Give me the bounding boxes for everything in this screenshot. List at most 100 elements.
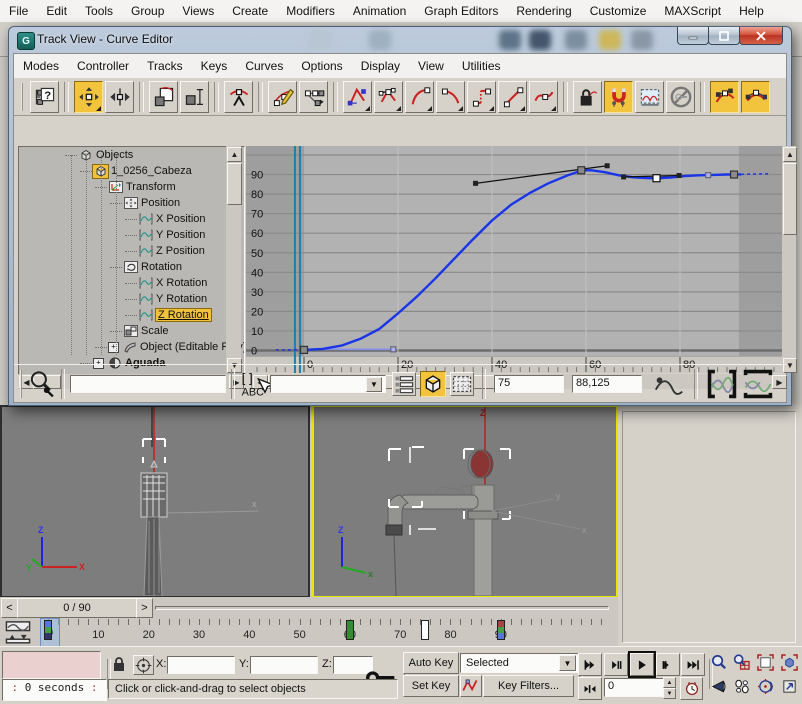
tv-menu-keys[interactable]: Keys	[192, 56, 237, 76]
tangents-slow-button[interactable]	[436, 81, 465, 113]
go-to-end-button[interactable]	[681, 653, 705, 676]
tree-item-rotation[interactable]: Rotation	[110, 259, 182, 275]
tree-item-transform[interactable]: Transform	[95, 179, 176, 195]
track-name-field[interactable]	[70, 375, 226, 393]
track-view-titlebar[interactable]: G Track View - Curve Editor	[9, 27, 791, 53]
track-view-hierarchy[interactable]: Objects1_0256_CabezaTransformPositionX P…	[18, 146, 245, 375]
curve-key[interactable]	[731, 171, 738, 178]
tree-item-x-rotation[interactable]: X Rotation	[125, 275, 207, 291]
tangent-handle[interactable]	[473, 181, 478, 186]
tangent-handle[interactable]	[605, 163, 610, 168]
maxscript-mini-listener[interactable]	[2, 651, 101, 679]
tv-menu-tracks[interactable]: Tracks	[138, 56, 192, 76]
main-menu-help[interactable]: Help	[730, 1, 773, 21]
tree-item-y-rotation[interactable]: Y Rotation	[125, 291, 207, 307]
time-configuration-button[interactable]	[680, 677, 703, 700]
default-in-out-tangents-button[interactable]	[460, 675, 482, 697]
zoom-horizontal-extents-button[interactable]	[706, 371, 738, 397]
scale-keys-button[interactable]	[149, 81, 178, 113]
maximize-viewport-toggle[interactable]	[779, 676, 799, 697]
minimize-button[interactable]	[677, 27, 709, 45]
zoom-all-button[interactable]	[731, 652, 751, 673]
tangent-handle[interactable]	[677, 173, 682, 178]
track-set-dropdown[interactable]: ▼	[270, 375, 386, 393]
main-menu-graph-editors[interactable]: Graph Editors	[415, 1, 507, 21]
toolbar-grip[interactable]	[21, 83, 26, 111]
main-menu-tools[interactable]: Tools	[76, 1, 122, 21]
draw-curves-button[interactable]	[268, 81, 297, 113]
time-slider-handle[interactable]: 0 / 90	[17, 598, 137, 618]
set-key-button[interactable]: Set Key	[403, 675, 459, 697]
tree-item-x-position[interactable]: X Position	[125, 211, 206, 227]
snap-frames-button[interactable]	[604, 81, 633, 113]
open-mini-curve-editor-button[interactable]	[5, 619, 31, 644]
field-of-view-button[interactable]	[708, 676, 728, 697]
time-slider-track[interactable]	[155, 606, 609, 610]
chevron-down-icon[interactable]: ▼	[559, 655, 576, 671]
selection-set-dropdown[interactable]: Selected ▼	[460, 653, 580, 673]
tangents-step-button[interactable]	[467, 81, 496, 113]
key-time-field[interactable]: 75	[494, 375, 564, 393]
tree-item-scale[interactable]: Scale	[110, 323, 169, 339]
main-menu-customize[interactable]: Customize	[581, 1, 656, 21]
tree-item-position[interactable]: Position	[110, 195, 180, 211]
frame-spinner[interactable]: ▲ ▼	[663, 677, 674, 696]
main-menu-group[interactable]: Group	[122, 1, 173, 21]
ghost-frames-button[interactable]	[450, 372, 474, 396]
track-view-window[interactable]: G Track View - Curve Editor ModesControl…	[8, 26, 792, 406]
param-curve-oor-button[interactable]	[635, 81, 664, 113]
close-button[interactable]	[739, 27, 783, 45]
tangents-custom-button[interactable]	[374, 81, 403, 113]
selection-lock-toggle[interactable]	[110, 655, 128, 673]
tree-item-z-rotation[interactable]: Z Rotation	[125, 307, 211, 323]
curve-key[interactable]	[578, 167, 585, 174]
zoom-extents-button[interactable]	[755, 652, 775, 673]
auto-key-button[interactable]: Auto Key	[403, 652, 459, 674]
absolute-mode-transform-toggle[interactable]	[133, 655, 154, 675]
interactive-update-icon[interactable]	[652, 371, 686, 397]
time-slider-prev-button[interactable]: <	[1, 598, 18, 618]
tv-menu-curves[interactable]: Curves	[236, 56, 292, 76]
zoom-value-extents-button[interactable]	[742, 371, 774, 397]
current-frame-field[interactable]: 0	[604, 678, 668, 697]
key-filters-button[interactable]: Key Filters...	[483, 675, 574, 697]
show-keyable-button[interactable]	[666, 81, 695, 113]
key-value-field[interactable]: 88,125	[572, 375, 642, 393]
previous-frame-button[interactable]	[604, 653, 628, 676]
tangents-linear-button[interactable]	[498, 81, 527, 113]
show-all-tangents-button[interactable]	[741, 81, 770, 113]
tv-menu-utilities[interactable]: Utilities	[453, 56, 510, 76]
y-coord-field[interactable]	[250, 656, 318, 674]
main-menu-rendering[interactable]: Rendering	[507, 1, 580, 21]
main-menu-modifiers[interactable]: Modifiers	[277, 1, 344, 21]
trackbar-key-frame-0[interactable]	[44, 620, 52, 640]
tree-item-y-position[interactable]: Y Position	[125, 227, 205, 243]
curve-key[interactable]	[391, 347, 396, 352]
reduce-keys-button[interactable]	[299, 81, 328, 113]
next-frame-button[interactable]	[656, 653, 680, 676]
tv-menu-options[interactable]: Options	[292, 56, 351, 76]
orbit-button[interactable]	[755, 676, 775, 697]
show-tangents-button[interactable]	[710, 81, 739, 113]
add-keys-button[interactable]	[224, 81, 253, 113]
zoom-extents-all-button[interactable]	[779, 652, 799, 673]
time-slider-next-button[interactable]: >	[136, 598, 153, 618]
main-menu-views[interactable]: Views	[173, 1, 223, 21]
main-menu-animation[interactable]: Animation	[344, 1, 415, 21]
main-menu-file[interactable]: File	[0, 1, 37, 21]
curve-key[interactable]	[706, 173, 711, 178]
key-mode-toggle[interactable]	[578, 677, 602, 700]
tangents-auto-button[interactable]	[343, 81, 372, 113]
toolbar-grip[interactable]	[20, 370, 25, 398]
tree-item-objects[interactable]: Objects	[65, 147, 133, 163]
main-menu-maxscript[interactable]: MAXScript	[655, 1, 730, 21]
tv-menu-display[interactable]: Display	[352, 56, 409, 76]
graph-vscrollbar[interactable]: ▲ ▼	[782, 146, 796, 373]
tangents-smooth-button[interactable]	[529, 81, 558, 113]
curve-key[interactable]	[301, 346, 308, 353]
show-selected-objects-button[interactable]	[420, 371, 446, 397]
filters-button[interactable]: ?	[30, 81, 59, 113]
pan-walk-button[interactable]	[731, 676, 751, 697]
maximize-button[interactable]	[708, 27, 740, 45]
tree-vscrollbar[interactable]: ▲ ▼	[226, 146, 241, 373]
